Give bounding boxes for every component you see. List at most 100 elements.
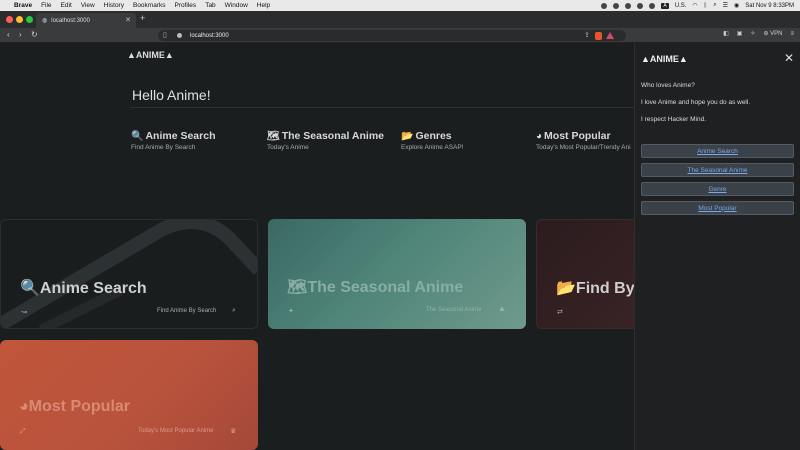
menu-help[interactable]: Help [257, 2, 270, 9]
shuffle-icon: ⇄ [557, 309, 563, 316]
sidebar-link-genre[interactable]: Genre [641, 182, 794, 196]
search-icon: 🔍 [20, 280, 40, 297]
section-genres[interactable]: 📂 Genres Explore Anime ASAP! [401, 130, 464, 151]
leo-icon[interactable]: ✧ [750, 30, 755, 37]
zoom-window-icon[interactable] [26, 16, 33, 23]
url-text[interactable]: localhost:3000 [190, 33, 229, 39]
forward-icon[interactable]: › [19, 30, 22, 39]
brave-rewards-icon[interactable] [606, 32, 614, 39]
control-center-icon[interactable]: ☰ [723, 2, 728, 9]
sidebar-close-icon[interactable]: ✕ [784, 51, 794, 65]
sidebar-panel: ▲ANIME▲ ✕ Who loves Anime? I love Anime … [634, 43, 800, 450]
section-title: Most Popular [544, 130, 611, 142]
menu-profiles[interactable]: Profiles [175, 2, 197, 9]
minimize-window-icon[interactable] [16, 16, 23, 23]
search-icon[interactable]: ⌕ [713, 2, 716, 9]
logo-mountain-icon: ▲ [641, 54, 650, 64]
status-area: A U.S. ◠ ᛒ ⌕ ☰ ◉ Sat Nov 9 8:33PM [601, 0, 794, 11]
input-source-label[interactable]: U.S. [675, 3, 687, 9]
record-icon[interactable] [637, 2, 644, 9]
menu-view[interactable]: View [81, 2, 95, 9]
status-icon[interactable] [601, 2, 608, 9]
card-most-popular[interactable]: ◕Most Popular ⤢ Today's Most Popular Ani… [0, 340, 258, 450]
back-icon[interactable]: ‹ [7, 30, 10, 39]
section-seasonal[interactable]: 🗺 The Seasonal Anime Today's Anime [267, 130, 384, 151]
menu-bookmarks[interactable]: Bookmarks [133, 2, 166, 9]
reload-icon[interactable]: ↻ [31, 30, 38, 39]
sidebar-link-anime-search[interactable]: Anime Search [641, 144, 794, 158]
card-decoration [1, 220, 257, 328]
vpn-label: VPN [770, 31, 783, 37]
menu-tab[interactable]: Tab [205, 2, 215, 9]
globe-icon: ◍ [42, 18, 48, 24]
bluetooth-icon[interactable]: ᛒ [704, 3, 708, 9]
shuffle-icon: ↝ [21, 309, 27, 316]
search-icon: 🔍 [131, 131, 144, 142]
wallet-icon[interactable]: ▣ [737, 30, 743, 37]
wifi-icon[interactable]: ◠ [692, 2, 697, 9]
clock[interactable]: Sat Nov 9 8:33PM [745, 3, 794, 9]
url-field[interactable]: ▯ localhost:3000 ⇪ [158, 30, 626, 41]
logo-text: ANIME [649, 54, 679, 64]
map-icon: 🗺 [287, 279, 308, 296]
section-most-popular[interactable]: ◕ Most Popular Today's Most Popular/Trend… [536, 130, 631, 151]
battery-icon[interactable] [649, 2, 656, 9]
address-bar: ‹ › ↻ ▯ localhost:3000 ⇪ ◧ ▣ ✧ ⊛ VPN ≡ [0, 28, 800, 43]
divider [130, 107, 634, 108]
extension-icon[interactable] [625, 2, 632, 9]
folder-icon: 📂 [401, 131, 414, 142]
sidebar-text: Who loves Anime? [641, 82, 695, 89]
trend-icon: ⤢ [20, 428, 26, 435]
menu-bar: Brave File Edit View History Bookmarks P… [0, 0, 800, 11]
tab-localhost[interactable]: ◍ localhost:3000 ✕ [36, 13, 136, 28]
browser-toolbar: ◧ ▣ ✧ ⊛ VPN ≡ [723, 30, 794, 38]
logo-text: ANIME [135, 50, 165, 60]
menu-file[interactable]: File [41, 2, 51, 9]
tab-close-icon[interactable]: ✕ [125, 16, 131, 24]
section-subtitle: Today's Most Popular/Trendy Ani [536, 144, 631, 151]
section-subtitle: Today's Anime [267, 144, 309, 151]
siri-icon[interactable]: ◉ [734, 2, 739, 9]
card-subtitle: Today's Most Popular Anime [138, 428, 214, 434]
card-title: 🔍Anime Search [20, 280, 147, 297]
menu-edit[interactable]: Edit [61, 2, 72, 9]
page-title: Hello Anime! [132, 87, 211, 103]
map-icon: ⛰ [499, 306, 505, 313]
vpn-button[interactable]: ⊛ VPN [763, 30, 782, 37]
section-subtitle: Find Anime By Search [131, 144, 196, 151]
card-find-by[interactable]: 📂Find By ⇄ [536, 219, 634, 329]
sidebar-logo[interactable]: ▲ANIME▲ [641, 54, 688, 64]
section-anime-search[interactable]: 🔍 Anime Search Find Anime By Search [131, 130, 215, 151]
input-source-icon[interactable]: A [661, 2, 669, 9]
card-subtitle: The Seasonal Anime [426, 307, 482, 313]
menu-icon[interactable]: ≡ [790, 31, 794, 37]
card-seasonal[interactable]: 🗺The Seasonal Anime ✦ The Seasonal Anime… [268, 219, 526, 329]
bookmark-icon[interactable]: ▯ [163, 31, 167, 39]
map-icon: 🗺 [267, 131, 280, 142]
site-info-icon[interactable] [177, 33, 182, 38]
tab-title: localhost:3000 [51, 17, 90, 24]
card-subtitle: Find Anime By Search [157, 308, 217, 314]
card-title: 📂Find By [556, 280, 634, 297]
menu-brave[interactable]: Brave [14, 2, 32, 9]
main-page: ▲ANIME▲ Hello Anime! 🔍 Anime Search Find … [0, 43, 634, 450]
section-title: Genres [415, 130, 452, 142]
fire-icon: ◕ [536, 131, 543, 142]
site-logo[interactable]: ▲ANIME▲ [127, 50, 174, 60]
sidebar-link-seasonal[interactable]: The Seasonal Anime [641, 163, 794, 177]
close-window-icon[interactable] [6, 16, 13, 23]
trophy-icon: ♛ [230, 428, 237, 435]
logo-mountain-icon: ▲ [127, 50, 136, 60]
sidebar-toggle-icon[interactable]: ◧ [723, 30, 729, 37]
brave-shields-icon[interactable] [595, 32, 602, 40]
share-icon[interactable]: ⇪ [584, 31, 590, 39]
sidebar-link-most-popular[interactable]: Most Popular [641, 201, 794, 215]
logo-mountain-icon: ▲ [678, 54, 688, 64]
menu-window[interactable]: Window [225, 2, 248, 9]
section-title: The Seasonal Anime [281, 130, 385, 142]
cloud-icon[interactable] [613, 2, 620, 9]
menu-history[interactable]: History [104, 2, 124, 9]
new-tab-button[interactable]: + [140, 13, 145, 23]
card-anime-search[interactable]: 🔍Anime Search ↝ Find Anime By Search ⌕ [0, 219, 258, 329]
logo-mountain-icon: ▲ [164, 50, 174, 60]
